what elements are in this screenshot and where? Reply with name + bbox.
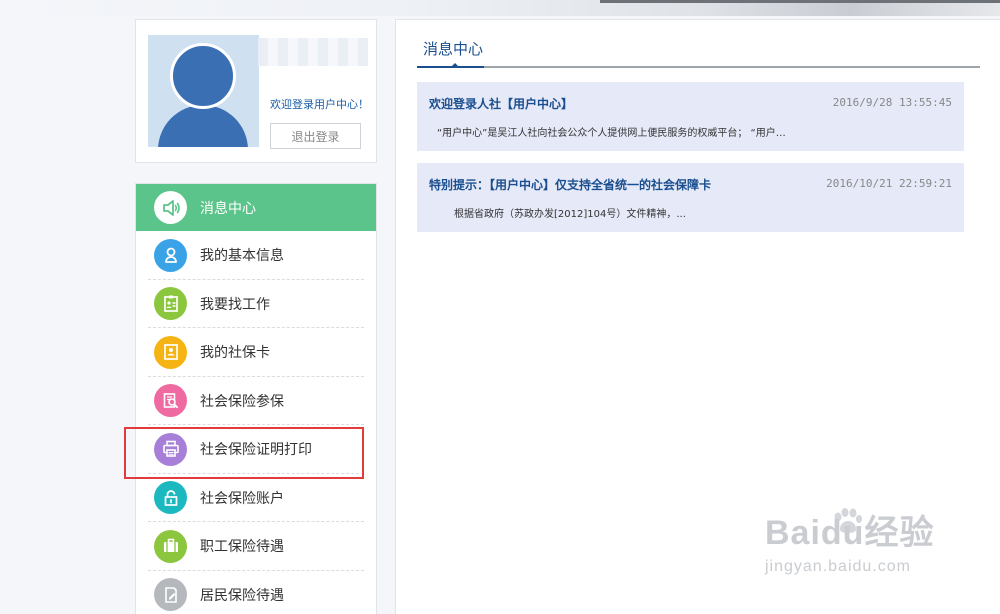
sidebar-item-label: 社会保险账户 [200, 490, 284, 507]
message-time: 2016/10/21 22:59:21 [826, 177, 952, 190]
sidebar-item-label: 社会保险参保 [200, 393, 284, 410]
speaker-icon [154, 191, 187, 224]
avatar [148, 35, 259, 147]
sidebar-item-message-center[interactable]: 消息中心 [136, 184, 376, 231]
main-content: 消息中心 欢迎登录人社【用户中心】 2016/9/28 13:55:45 “用户… [395, 19, 1000, 614]
sidebar-menu: 消息中心 我的基本信息 我要找工作 我的社保卡 社会保险参保 社会保险证明打印 … [135, 183, 377, 614]
sidebar-item-basic-info[interactable]: 我的基本信息 [136, 231, 376, 280]
person-icon [154, 238, 187, 272]
sidebar-item-label: 社会保险证明打印 [200, 442, 312, 459]
sidebar-item-label: 职工保险待遇 [200, 539, 284, 556]
message-item[interactable]: 特别提示：【用户中心】仅支持全省统一的社会保障卡 2016/10/21 22:5… [417, 163, 964, 232]
sidebar-item-resident-benefits[interactable]: 居民保险待遇 [136, 571, 376, 614]
id-card-icon [154, 287, 187, 321]
sidebar-item-label: 消息中心 [200, 200, 256, 217]
tab-bar: 消息中心 [417, 34, 980, 68]
edit-doc-icon [154, 578, 187, 612]
tab-message-center[interactable]: 消息中心 [417, 34, 484, 68]
message-item[interactable]: 欢迎登录人社【用户中心】 2016/9/28 13:55:45 “用户中心”是吴… [417, 82, 964, 151]
logout-button[interactable]: 退出登录 [270, 123, 361, 149]
top-banner [0, 0, 1000, 16]
message-title[interactable]: 欢迎登录人社【用户中心】 [429, 95, 573, 112]
user-name-blurred [258, 38, 368, 66]
sidebar-item-find-job[interactable]: 我要找工作 [136, 280, 376, 328]
printer-icon [154, 432, 187, 466]
sidebar-item-label: 我要找工作 [200, 296, 270, 313]
message-time: 2016/9/28 13:55:45 [832, 96, 952, 109]
welcome-text: 欢迎登录用户中心！ [270, 98, 369, 111]
card-icon [154, 335, 187, 369]
sidebar-item-certificate-print[interactable]: 社会保险证明打印 [136, 425, 376, 474]
message-snippet: “用户中心”是吴江人社向社会公众个人提供网上便民服务的权威平台； “用户… [437, 128, 786, 139]
message-snippet: 根据省政府（苏政办发[2012]104号）文件精神，... [454, 209, 686, 220]
sidebar-item-label: 我的基本信息 [200, 248, 284, 265]
sidebar-item-insurance-enroll[interactable]: 社会保险参保 [136, 377, 376, 425]
paw-logo-icon [834, 508, 862, 533]
sidebar-item-label: 我的社保卡 [200, 345, 270, 362]
briefcase-icon [154, 529, 187, 563]
sidebar-item-label: 居民保险待遇 [200, 587, 284, 604]
sidebar-item-social-card[interactable]: 我的社保卡 [136, 328, 376, 377]
user-card: 欢迎登录用户中心！ 退出登录 [135, 19, 377, 163]
lock-icon [154, 481, 187, 515]
search-doc-icon [154, 384, 187, 418]
sidebar-item-insurance-account[interactable]: 社会保险账户 [136, 474, 376, 522]
tab-label: 消息中心 [423, 40, 484, 58]
message-title[interactable]: 特别提示：【用户中心】仅支持全省统一的社会保障卡 [429, 176, 711, 193]
sidebar-item-employee-benefits[interactable]: 职工保险待遇 [136, 522, 376, 571]
